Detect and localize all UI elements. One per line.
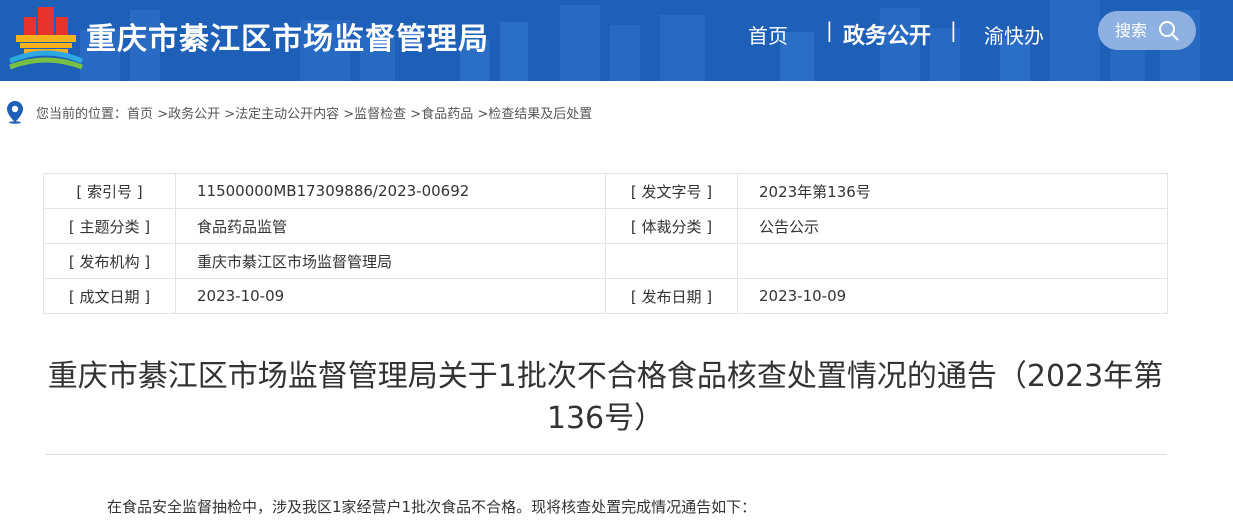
breadcrumb-separator: > — [406, 107, 422, 122]
location-pin-icon — [7, 101, 23, 124]
breadcrumb-item-food-drug[interactable]: 食品药品 — [421, 107, 473, 122]
breadcrumb-separator: > — [153, 107, 169, 122]
document-metadata-table: [ 索引号 ] 11500000MB17309886/2023-00692 [ … — [43, 173, 1168, 314]
search-button[interactable]: 搜索 — [1098, 11, 1196, 50]
search-label: 搜索 — [1115, 21, 1148, 40]
document-intro-paragraph: 在食品安全监督抽检中，涉及我区1家经营户1批次食品不合格。现将核查处置完成情况通… — [107, 498, 757, 516]
site-logo[interactable] — [8, 5, 84, 71]
nav-gov-affairs[interactable]: 政务公开 — [843, 18, 931, 50]
meta-value: 2023-10-09 — [175, 278, 606, 314]
divider — [45, 454, 1166, 455]
meta-value: 公告公示 — [737, 208, 1168, 244]
breadcrumb-item-home[interactable]: 首页 — [127, 107, 153, 122]
meta-value: 11500000MB17309886/2023-00692 — [175, 173, 606, 209]
search-icon — [1159, 21, 1179, 41]
table-row: [ 成文日期 ] 2023-10-09 [ 发布日期 ] 2023-10-09 — [43, 278, 1168, 314]
meta-label: [ 发布机构 ] — [43, 243, 176, 279]
breadcrumb-trail: 您当前的位置：首页 >政务公开 >法定主动公开内容 >监督检查 >食品药品 >检… — [36, 103, 592, 122]
breadcrumb-item-gov-affairs[interactable]: 政务公开 — [168, 107, 220, 122]
meta-label: [ 成文日期 ] — [43, 278, 176, 314]
site-header: 重庆市綦江区市场监督管理局 首页 | 政务公开 | 渝快办 搜索 — [0, 0, 1233, 81]
table-row: [ 索引号 ] 11500000MB17309886/2023-00692 [ … — [43, 173, 1168, 209]
table-row: [ 发布机构 ] 重庆市綦江区市场监督管理局 — [43, 243, 1168, 279]
meta-value: 食品药品监管 — [175, 208, 606, 244]
meta-label: [ 发文字号 ] — [605, 173, 738, 209]
nav-separator: | — [826, 18, 833, 42]
meta-label: [ 体裁分类 ] — [605, 208, 738, 244]
breadcrumb: 您当前的位置：首页 >政务公开 >法定主动公开内容 >监督检查 >食品药品 >检… — [0, 98, 1233, 124]
breadcrumb-item-statutory[interactable]: 法定主动公开内容 — [235, 107, 339, 122]
nav-home[interactable]: 首页 — [748, 20, 788, 49]
meta-label: [ 主题分类 ] — [43, 208, 176, 244]
document-title: 重庆市綦江区市场监督管理局关于1批次不合格食品核查处置情况的通告（2023年第1… — [47, 359, 1164, 436]
breadcrumb-item-inspection[interactable]: 监督检查 — [354, 107, 406, 122]
meta-value — [737, 243, 1168, 279]
nav-separator: | — [950, 18, 957, 42]
breadcrumb-prefix: 您当前的位置： — [36, 107, 128, 122]
meta-value: 2023-10-09 — [737, 278, 1168, 314]
meta-label — [605, 243, 738, 279]
breadcrumb-separator: > — [339, 107, 355, 122]
table-row: [ 主题分类 ] 食品药品监管 [ 体裁分类 ] 公告公示 — [43, 208, 1168, 244]
breadcrumb-item-results[interactable]: 检查结果及后处置 — [488, 107, 592, 122]
meta-value: 2023年第136号 — [737, 173, 1168, 209]
breadcrumb-separator: > — [220, 107, 236, 122]
nav-yukuaiban[interactable]: 渝快办 — [984, 20, 1044, 49]
meta-value: 重庆市綦江区市场监督管理局 — [175, 243, 606, 279]
meta-label: [ 索引号 ] — [43, 173, 176, 209]
breadcrumb-separator: > — [473, 107, 489, 122]
meta-label: [ 发布日期 ] — [605, 278, 738, 314]
site-title[interactable]: 重庆市綦江区市场监督管理局 — [86, 14, 489, 58]
